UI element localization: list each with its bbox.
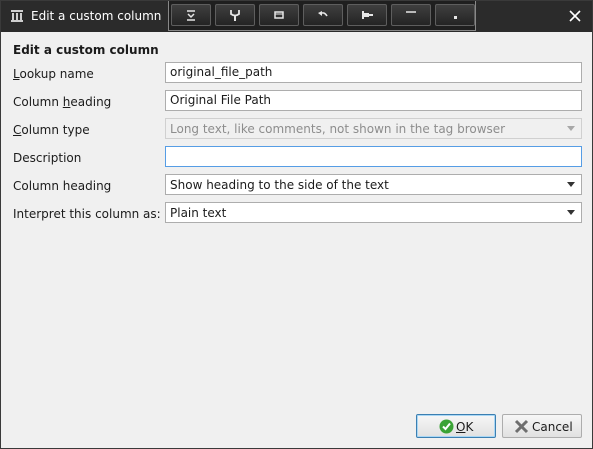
- interpret-select[interactable]: Plain text: [165, 202, 582, 223]
- chevron-down-icon: [567, 182, 575, 187]
- cancel-label: Cancel: [532, 420, 573, 434]
- ok-button[interactable]: OK: [416, 414, 496, 438]
- close-icon: [569, 10, 581, 22]
- chevron-down-icon: [567, 126, 575, 131]
- description-label: Description: [13, 151, 82, 165]
- pin-icon[interactable]: [347, 4, 387, 26]
- interpret-value: Plain text: [170, 206, 227, 220]
- drop-down-icon[interactable]: [171, 4, 211, 26]
- dot-icon[interactable]: [435, 4, 475, 26]
- column-heading-value: Original File Path: [170, 93, 272, 107]
- close-button[interactable]: [563, 5, 587, 27]
- interpret-label: Interpret this column as:: [13, 207, 161, 221]
- x-icon: [514, 419, 529, 437]
- label-rest: olumn type: [21, 123, 90, 137]
- description-input[interactable]: [165, 146, 582, 167]
- heading-position-value: Show heading to the side of the text: [170, 178, 389, 192]
- ok-label: OK: [456, 420, 473, 434]
- chevron-down-icon: [567, 210, 575, 215]
- undo-icon[interactable]: [303, 4, 343, 26]
- label-rest: K: [465, 420, 474, 434]
- label-rest: ookup name: [19, 67, 94, 81]
- column-heading-input[interactable]: Original File Path: [165, 90, 582, 111]
- wrench-icon[interactable]: [215, 4, 255, 26]
- window-toolbar: [168, 1, 476, 31]
- label-rest: eading: [70, 95, 112, 109]
- heading-position-select[interactable]: Show heading to the side of the text: [165, 174, 582, 195]
- window-title: Edit a custom column: [31, 9, 162, 23]
- check-icon: [439, 419, 454, 437]
- column-heading-label: Column heading: [13, 95, 111, 109]
- form-heading: Edit a custom column: [13, 43, 159, 57]
- lookup-name-value: original_file_path: [170, 65, 273, 79]
- window-icon[interactable]: [259, 4, 299, 26]
- column-type-select[interactable]: Long text, like comments, not shown in t…: [165, 118, 582, 139]
- library-icon: [10, 9, 24, 23]
- column-type-value: Long text, like comments, not shown in t…: [170, 122, 506, 136]
- column-type-label: Column type: [13, 123, 90, 137]
- title-bar[interactable]: Edit a custom column: [1, 1, 592, 32]
- dialog-window: Edit a custom column Edit a custom colum…: [0, 0, 593, 449]
- lookup-name-label: Lookup name: [13, 67, 94, 81]
- cancel-button[interactable]: Cancel: [502, 414, 582, 438]
- heading-position-label: Column heading: [13, 179, 112, 193]
- minimize-icon[interactable]: [391, 4, 431, 26]
- label-prefix: Column: [13, 95, 63, 109]
- lookup-name-input[interactable]: original_file_path: [165, 62, 582, 83]
